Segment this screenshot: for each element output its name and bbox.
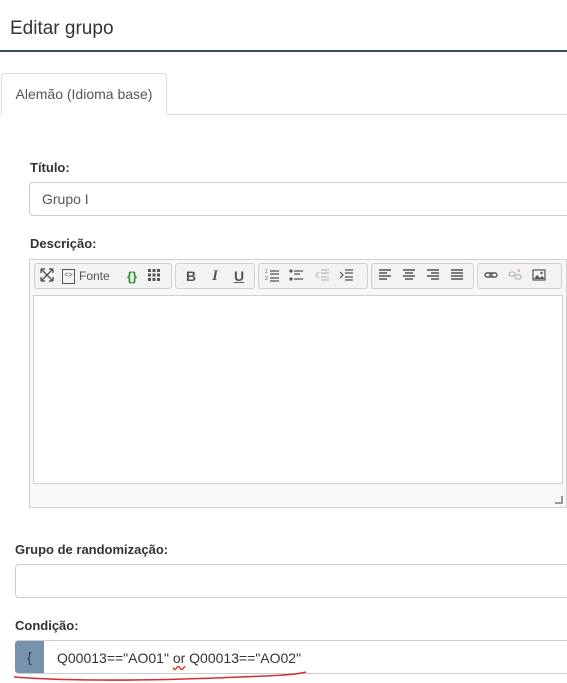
annotation-underline bbox=[13, 671, 307, 681]
unlink-button[interactable] bbox=[508, 268, 526, 285]
svg-text:1: 1 bbox=[265, 269, 268, 275]
randomization-group-label: Grupo de randomização: bbox=[15, 542, 169, 557]
condition-part-2: Q00013=="AO02" bbox=[185, 650, 302, 666]
bulleted-list-button[interactable] bbox=[289, 268, 307, 285]
source-icon: <> bbox=[62, 269, 75, 285]
placeholder-icon: {} bbox=[126, 269, 138, 284]
link-button[interactable] bbox=[484, 268, 502, 285]
numbered-list-button[interactable]: 1 2 bbox=[265, 268, 283, 285]
image-icon bbox=[532, 269, 546, 281]
toolbar-group-lists: 1 2 bbox=[258, 263, 368, 289]
indent-button[interactable] bbox=[339, 268, 357, 285]
underline-button[interactable]: U bbox=[230, 268, 248, 285]
maximize-button[interactable] bbox=[40, 268, 58, 285]
editor-toolbar: <> Fonte {} B I U 1 2 bbox=[32, 263, 566, 291]
title-input[interactable]: Grupo I bbox=[29, 182, 567, 216]
outdent-icon bbox=[315, 269, 329, 281]
toolbar-group-tools: <> Fonte {} bbox=[34, 263, 172, 289]
table-icon bbox=[148, 269, 160, 281]
title-label: Título: bbox=[30, 160, 70, 175]
title-divider bbox=[0, 50, 567, 52]
align-center-icon bbox=[403, 269, 415, 280]
source-button[interactable]: <> Fonte bbox=[62, 268, 122, 285]
align-left-icon bbox=[379, 269, 391, 280]
resize-handle[interactable] bbox=[555, 496, 563, 504]
condition-label: Condição: bbox=[15, 618, 79, 633]
condition-or-keyword: or bbox=[172, 650, 186, 666]
align-right-icon bbox=[427, 269, 439, 280]
bulleted-list-icon bbox=[289, 269, 303, 281]
description-edit-area[interactable] bbox=[33, 295, 563, 484]
source-label: Fonte bbox=[79, 269, 110, 283]
align-right-button[interactable] bbox=[426, 268, 444, 285]
image-button[interactable] bbox=[532, 268, 550, 285]
condition-expression[interactable]: Q00013=="AO01" or Q00013=="AO02" bbox=[57, 650, 301, 666]
italic-button[interactable]: I bbox=[206, 268, 224, 285]
indent-icon bbox=[339, 269, 353, 281]
table-button[interactable] bbox=[147, 268, 165, 285]
maximize-icon bbox=[40, 268, 54, 282]
condition-part-1: Q00013=="AO01" bbox=[57, 650, 173, 666]
toolbar-group-align bbox=[371, 263, 474, 289]
outdent-button[interactable] bbox=[315, 268, 333, 285]
link-icon bbox=[484, 272, 498, 278]
toolbar-group-links bbox=[477, 263, 562, 289]
justify-button[interactable] bbox=[450, 268, 468, 285]
numbered-list-icon: 1 2 bbox=[265, 269, 279, 282]
svg-text:2: 2 bbox=[265, 276, 268, 282]
justify-icon bbox=[451, 269, 463, 280]
bold-button[interactable]: B bbox=[182, 268, 200, 285]
placeholder-button[interactable]: {} bbox=[123, 268, 141, 285]
description-label: Descrição: bbox=[30, 236, 97, 251]
align-left-button[interactable] bbox=[378, 268, 396, 285]
align-center-button[interactable] bbox=[402, 268, 420, 285]
description-editor: <> Fonte {} B I U 1 2 bbox=[29, 259, 567, 508]
tab-base-language[interactable]: Alemão (Idioma base) bbox=[1, 73, 167, 115]
toolbar-group-basicstyles: B I U bbox=[175, 263, 255, 289]
randomization-group-input[interactable] bbox=[15, 564, 567, 598]
page-title: Editar grupo bbox=[10, 18, 114, 39]
unlink-icon bbox=[508, 269, 522, 280]
